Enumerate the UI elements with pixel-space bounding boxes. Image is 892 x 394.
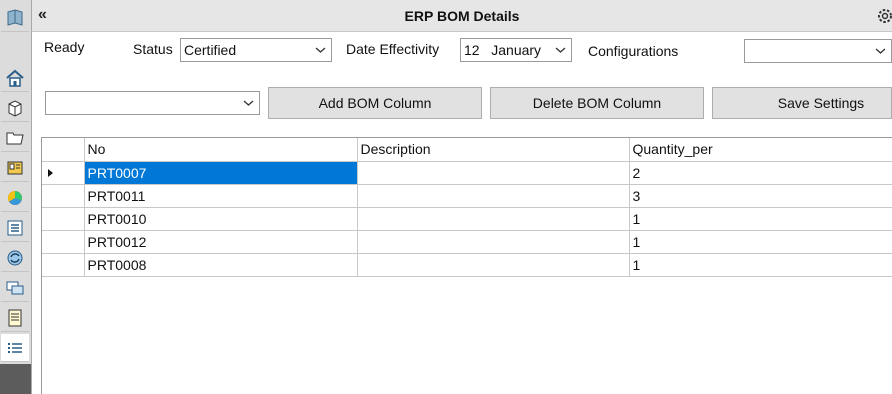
cell-no[interactable]: PRT0012 xyxy=(84,230,358,254)
color-wheel-icon[interactable] xyxy=(1,184,29,212)
table-row[interactable]: PRT0010 1 xyxy=(42,207,892,231)
status-label: Status xyxy=(133,41,173,57)
sync-icon[interactable] xyxy=(1,244,29,272)
add-bom-column-button[interactable]: Add BOM Column xyxy=(268,87,482,119)
date-effectivity-label: Date Effectivity xyxy=(346,41,440,57)
page-title: ERP BOM Details xyxy=(404,8,520,24)
chevron-down-icon xyxy=(555,47,566,53)
chevron-down-icon xyxy=(315,47,326,53)
cell-description[interactable] xyxy=(357,230,630,254)
bom-table: No Description Quantity_per PRT0007 2 PR… xyxy=(42,138,892,277)
status-select[interactable]: Certified xyxy=(180,38,332,62)
cell-description[interactable] xyxy=(357,253,630,277)
cell-quantity-per[interactable]: 1 xyxy=(629,253,892,277)
table-row[interactable]: PRT0007 2 xyxy=(42,161,892,185)
date-month: January xyxy=(491,42,542,58)
date-day: 12 xyxy=(464,42,480,58)
row-header[interactable] xyxy=(42,207,85,231)
cell-no[interactable]: PRT0010 xyxy=(84,207,358,231)
date-effectivity-picker[interactable]: 12 January xyxy=(460,38,572,62)
chevron-down-icon xyxy=(875,48,886,54)
bom-grid: No Description Quantity_per PRT0007 2 PR… xyxy=(41,137,892,394)
title-bar: « ERP BOM Details xyxy=(32,0,892,32)
chat-icon[interactable] xyxy=(1,274,29,302)
ready-status-text: Ready xyxy=(44,39,85,55)
cell-quantity-per[interactable]: 2 xyxy=(629,161,892,185)
table-row[interactable]: PRT0008 1 xyxy=(42,253,892,277)
delete-bom-column-button[interactable]: Delete BOM Column xyxy=(490,87,704,119)
home-icon[interactable] xyxy=(1,64,29,92)
cell-no[interactable]: PRT0011 xyxy=(84,184,358,208)
cell-description[interactable] xyxy=(357,184,630,208)
cell-description[interactable] xyxy=(357,161,630,185)
row-header-corner xyxy=(42,138,85,162)
bullet-list-icon[interactable] xyxy=(1,334,29,362)
cell-quantity-per[interactable]: 1 xyxy=(629,207,892,231)
book-icon[interactable] xyxy=(1,4,29,32)
cell-quantity-per[interactable]: 1 xyxy=(629,230,892,254)
chevron-down-icon xyxy=(243,100,254,106)
row-header[interactable] xyxy=(42,230,85,254)
package-icon[interactable] xyxy=(1,94,29,122)
configurations-label: Configurations xyxy=(588,43,679,59)
table-row[interactable]: PRT0012 1 xyxy=(42,230,892,254)
configurations-select[interactable] xyxy=(744,39,892,63)
column-header-description[interactable]: Description xyxy=(357,138,630,162)
gear-icon[interactable] xyxy=(874,6,892,26)
cell-no[interactable]: PRT0008 xyxy=(84,253,358,277)
column-header-quantity-per[interactable]: Quantity_per xyxy=(629,138,892,162)
folder-icon[interactable] xyxy=(1,124,29,152)
id-card-icon[interactable] xyxy=(1,154,29,182)
bom-column-select[interactable] xyxy=(45,91,260,115)
header-row: No Description Quantity_per xyxy=(42,138,892,162)
cell-quantity-per[interactable]: 3 xyxy=(629,184,892,208)
sidebar-footer xyxy=(0,364,31,394)
notes-icon[interactable] xyxy=(1,304,29,332)
left-toolbar xyxy=(0,0,32,394)
current-row-arrow-icon xyxy=(48,168,53,177)
table-row[interactable]: PRT0011 3 xyxy=(42,184,892,208)
row-header[interactable] xyxy=(42,253,85,277)
cell-no[interactable]: PRT0007 xyxy=(84,161,358,185)
cell-description[interactable] xyxy=(357,207,630,231)
row-header[interactable] xyxy=(42,161,85,185)
column-header-no[interactable]: No xyxy=(84,138,358,162)
list-icon[interactable] xyxy=(1,214,29,242)
status-select-value: Certified xyxy=(184,42,237,58)
save-settings-button[interactable]: Save Settings xyxy=(712,87,892,119)
row-header[interactable] xyxy=(42,184,85,208)
